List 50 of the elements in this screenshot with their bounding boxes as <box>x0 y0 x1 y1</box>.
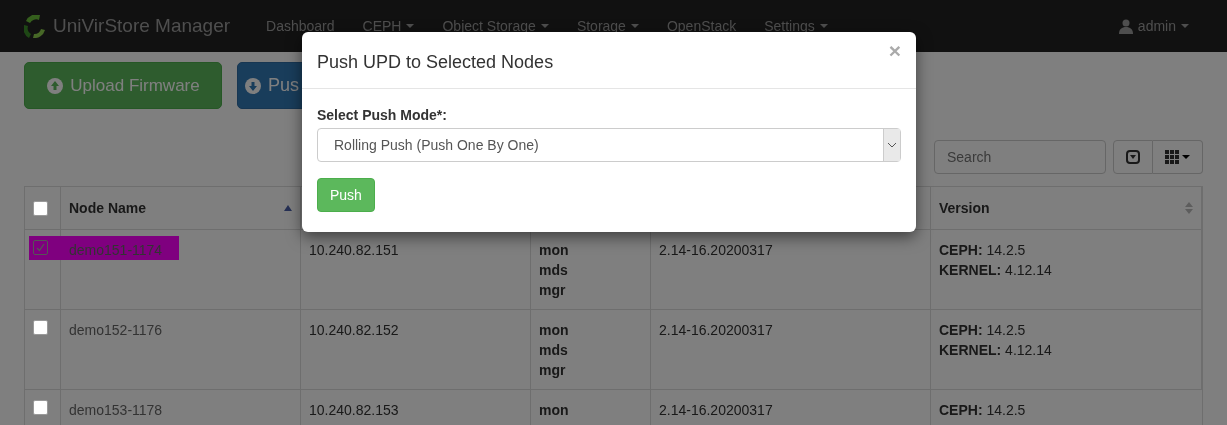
select-all-checkbox[interactable] <box>33 200 48 216</box>
role-label: mon <box>539 241 570 260</box>
app-title: UniVirStore Manager <box>53 15 231 37</box>
upload-icon <box>46 76 65 95</box>
download-icon <box>244 76 262 95</box>
node-name: demo152-1176 <box>69 322 163 338</box>
columns-button[interactable] <box>1153 140 1203 174</box>
role-label: mds <box>539 261 569 280</box>
user-menu[interactable]: admin <box>1104 18 1203 34</box>
toggle-icon <box>1126 150 1140 164</box>
build-version: 2.14-16.20200317 <box>659 322 773 338</box>
logo-icon <box>24 14 45 38</box>
build-version: 2.14-16.20200317 <box>659 242 773 258</box>
nav-link[interactable]: Settings <box>750 18 842 34</box>
push-mode-select[interactable]: Rolling Push (Push One By One) <box>317 128 901 162</box>
search-field[interactable]: Search <box>934 140 1106 174</box>
role-label: mon <box>539 401 570 420</box>
version-text: CEPH: 14.2.5 <box>939 242 1026 258</box>
role-label: mgr <box>539 361 567 380</box>
nav-link[interactable]: Dashboard <box>252 18 349 34</box>
nav-link[interactable]: Object Storage <box>428 18 563 34</box>
ip-address: 10.240.82.152 <box>309 322 399 338</box>
nav-link[interactable]: OpenStack <box>652 18 751 34</box>
version-text: KERNEL: 4.12.14 <box>939 262 1052 278</box>
push-button[interactable]: Push <box>317 178 375 212</box>
ip-address: 10.240.82.153 <box>309 402 399 418</box>
grid-icon <box>1165 150 1179 164</box>
role-label: mon <box>539 321 570 340</box>
row-checkbox[interactable] <box>33 400 48 415</box>
nav-link[interactable]: CEPH <box>348 18 429 34</box>
toggle-button[interactable] <box>1113 140 1153 174</box>
node-name: demo151-1174 <box>69 242 163 258</box>
ip-address: 10.240.82.151 <box>309 242 399 258</box>
nav-link[interactable]: Storage <box>562 18 653 34</box>
field-label: Select Push Mode*: <box>317 107 448 123</box>
version-text: CEPH: 14.2.5 <box>939 402 1026 418</box>
node-name: demo153-1178 <box>69 402 163 418</box>
chevron-down-icon <box>888 142 896 148</box>
role-label: mds <box>539 341 569 360</box>
user-icon <box>1118 18 1133 34</box>
build-version: 2.14-16.20200317 <box>659 402 773 418</box>
version-text: CEPH: 14.2.5 <box>939 322 1026 338</box>
close-button[interactable]: × <box>888 39 901 63</box>
row-checkbox[interactable] <box>33 320 48 335</box>
role-label: mgr <box>539 281 567 300</box>
version-text: KERNEL: 4.12.14 <box>939 342 1052 358</box>
column-header[interactable]: Version <box>939 200 990 216</box>
upload-firmware-button[interactable]: Upload Firmware <box>24 62 222 109</box>
column-header[interactable]: Node Name <box>69 200 147 216</box>
row-checkbox[interactable] <box>33 240 48 255</box>
